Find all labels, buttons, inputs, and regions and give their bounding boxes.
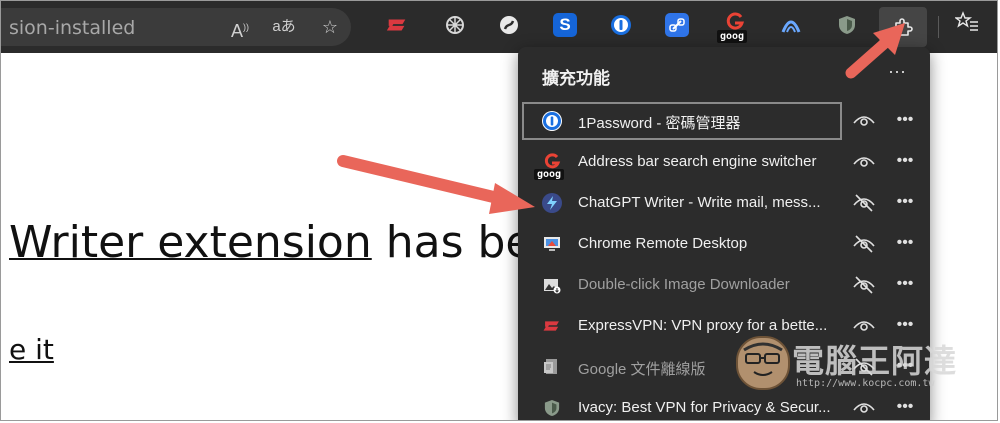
watermark-url: http://www.kocpc.com.tw — [796, 378, 935, 389]
arrow-to-extensions-button — [845, 23, 905, 79]
watermark-title: 電腦王阿達 — [792, 342, 958, 380]
arrow-to-chatgpt-writer — [337, 155, 535, 214]
watermark-mascot-icon — [736, 336, 790, 390]
watermark: 電腦王阿達 http://www.kocpc.com.tw — [736, 334, 966, 394]
screenshot-frame: sion-installed A)) aあ ☆ S goog Writer ex… — [0, 0, 998, 421]
